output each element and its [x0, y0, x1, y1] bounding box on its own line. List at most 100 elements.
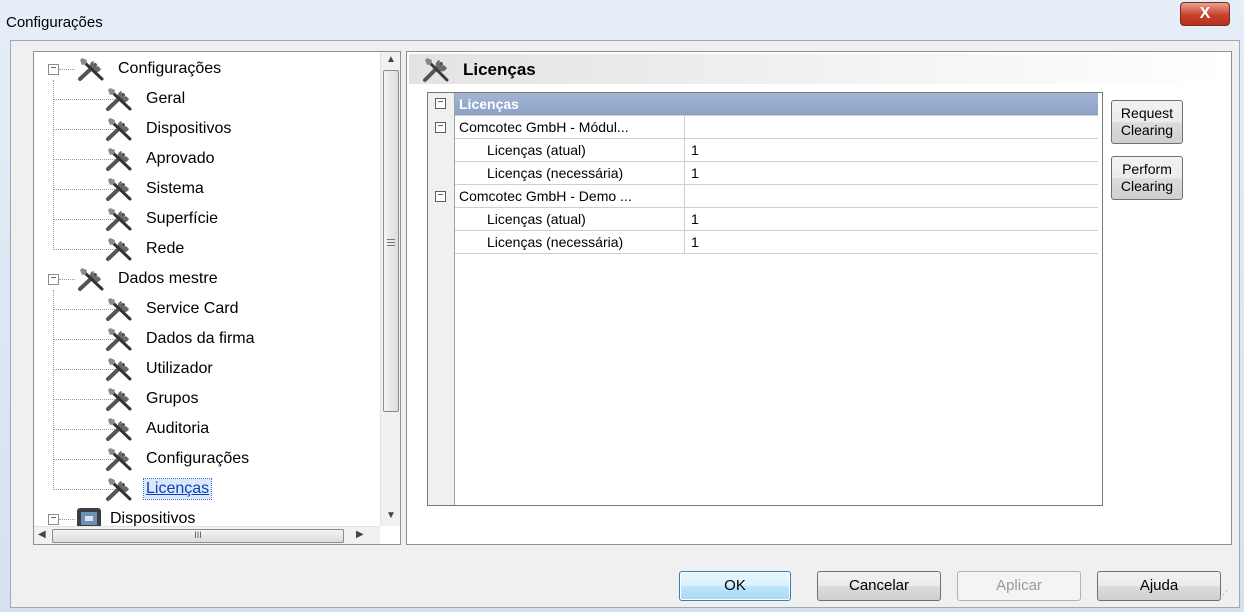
resize-grip-icon[interactable]: ⋰	[1219, 589, 1228, 600]
tree-viewport: Configurações − Geral Dispositivos Aprovado S…	[34, 52, 380, 526]
tree-item[interactable]: Dados mestre	[76, 264, 220, 294]
tree-item[interactable]: Configurações	[76, 54, 223, 84]
tree-item[interactable]: Dispositivos	[76, 504, 197, 526]
tree-item[interactable]: Dispositivos	[104, 114, 233, 144]
tools-icon	[76, 56, 110, 82]
perform-clearing-button[interactable]: Perform Clearing	[1111, 156, 1183, 200]
tree-horizontal-scrollbar[interactable]: ◀ III ▶	[34, 526, 380, 544]
grid-group-row[interactable]: Comcotec GmbH - Módul...	[455, 116, 1098, 139]
tree-item-label: Licenças	[142, 478, 213, 500]
perform-clearing-label-1: Perform	[1122, 161, 1172, 177]
tree-item[interactable]: Rede	[104, 234, 186, 264]
collapse-toggle-icon[interactable]: −	[435, 98, 446, 109]
grid-property-value[interactable]: 1	[691, 139, 699, 161]
scroll-down-arrow-icon[interactable]: ▼	[386, 510, 396, 521]
grid-property-name: Licenças (atual)	[487, 142, 586, 158]
tree-item[interactable]: Grupos	[104, 384, 200, 414]
apply-button[interactable]: Aplicar	[957, 571, 1081, 601]
grid-property-row[interactable]: Licenças (atual) 1	[455, 208, 1098, 231]
close-button[interactable]: X	[1180, 2, 1230, 26]
tree-item[interactable]: Geral	[104, 84, 187, 114]
tree-connector	[53, 99, 115, 100]
tree-item[interactable]: Sistema	[104, 174, 206, 204]
tree-item-label: Sistema	[146, 180, 204, 197]
grid-column-divider	[684, 116, 685, 138]
grid-property-name: Comcotec GmbH - Demo ...	[459, 188, 632, 204]
scroll-up-arrow-icon[interactable]: ▲	[386, 54, 396, 65]
help-button[interactable]: Ajuda	[1097, 571, 1221, 601]
grid-property-value[interactable]: 1	[691, 162, 699, 184]
tree-item-label: Configurações	[118, 60, 222, 77]
grid-property-row[interactable]: Licenças (necessária) 1	[455, 162, 1098, 185]
licenses-property-grid: Licenças − Comcotec GmbH - Módul... − Licenç…	[427, 92, 1103, 506]
tree-item-label: Configurações	[146, 450, 250, 467]
tree-connector	[59, 279, 75, 280]
scroll-right-arrow-icon[interactable]: ▶	[356, 529, 364, 540]
request-clearing-label-2: Clearing	[1120, 122, 1174, 138]
tree-item[interactable]: Auditoria	[104, 414, 211, 444]
settings-tree: Configurações − Geral Dispositivos Aprovado S…	[33, 51, 401, 545]
tree-connector	[59, 69, 75, 70]
tree-item[interactable]: Utilizador	[104, 354, 215, 384]
tree-horizontal-scroll-thumb[interactable]: III	[52, 529, 344, 543]
tree-connector	[53, 159, 115, 160]
scroll-left-arrow-icon[interactable]: ◀	[38, 529, 46, 540]
grid-category-label: Licenças	[459, 96, 519, 112]
tree-item-label: Dispositivos	[110, 510, 196, 526]
tree-item[interactable]: Dados da firma	[104, 324, 257, 354]
licenses-panel: Licenças Licenças − Comcotec GmbH - Módul.…	[406, 51, 1232, 545]
grid-property-name: Licenças (necessária)	[487, 165, 624, 181]
tree-item-label: Auditoria	[146, 420, 210, 437]
tree-item-label: Aprovado	[146, 150, 215, 167]
grid-column-divider	[684, 139, 685, 161]
grid-property-name: Licenças (atual)	[487, 211, 586, 227]
dialog-body: Configurações − Geral Dispositivos Aprovado S…	[10, 40, 1240, 608]
grid-column-divider	[684, 208, 685, 230]
collapse-toggle-icon[interactable]: −	[48, 64, 59, 75]
tree-item[interactable]: Service Card	[104, 294, 240, 324]
tools-icon	[421, 54, 455, 89]
tree-connector	[53, 249, 115, 250]
collapse-toggle-icon[interactable]: −	[435, 122, 446, 133]
tree-item[interactable]: Configurações	[104, 444, 251, 474]
tree-item[interactable]: Licenças	[104, 474, 213, 504]
tree-connector	[53, 219, 115, 220]
grid-column-divider	[684, 185, 685, 207]
tree-item-label: Dados mestre	[118, 270, 218, 287]
tree-vertical-scrollbar[interactable]: ▲ ▼	[380, 52, 400, 526]
tree-vertical-scroll-thumb[interactable]	[383, 70, 399, 412]
grid-gutter	[428, 93, 455, 505]
collapse-toggle-icon[interactable]: −	[48, 274, 59, 285]
tree-connector	[53, 189, 115, 190]
grid-group-row[interactable]: Comcotec GmbH - Demo ...	[455, 185, 1098, 208]
tree-connector	[53, 129, 115, 130]
tree-connector	[53, 369, 115, 370]
grid-property-row[interactable]: Licenças (necessária) 1	[455, 231, 1098, 254]
panel-header: Licenças	[409, 54, 1227, 84]
grid-property-row[interactable]: Licenças (atual) 1	[455, 139, 1098, 162]
collapse-toggle-icon[interactable]: −	[435, 191, 446, 202]
grid-category-header[interactable]: Licenças	[455, 93, 1098, 116]
grid-property-value[interactable]: 1	[691, 208, 699, 230]
tree-item[interactable]: Aprovado	[104, 144, 217, 174]
perform-clearing-label-2: Clearing	[1120, 178, 1174, 194]
cancel-button[interactable]: Cancelar	[817, 571, 941, 601]
window-title: Configurações	[6, 14, 103, 31]
tree-item[interactable]: Superfície	[104, 204, 220, 234]
tree-item-label: Dados da firma	[146, 330, 255, 347]
request-clearing-button[interactable]: Request Clearing	[1111, 100, 1183, 144]
tree-connector	[53, 309, 115, 310]
device-icon	[76, 507, 102, 526]
grid-column-divider	[684, 231, 685, 253]
ok-button[interactable]: OK	[679, 571, 791, 601]
request-clearing-label-1: Request	[1120, 105, 1174, 121]
tree-item-label: Utilizador	[146, 360, 213, 377]
grid-property-value[interactable]: 1	[691, 231, 699, 253]
tree-connector	[53, 459, 115, 460]
tree-connector	[59, 519, 75, 520]
tree-connector	[53, 80, 54, 250]
tree-connector	[53, 489, 115, 490]
tree-connector	[53, 429, 115, 430]
collapse-toggle-icon[interactable]: −	[48, 514, 59, 525]
tree-item-label: Dispositivos	[146, 120, 232, 137]
